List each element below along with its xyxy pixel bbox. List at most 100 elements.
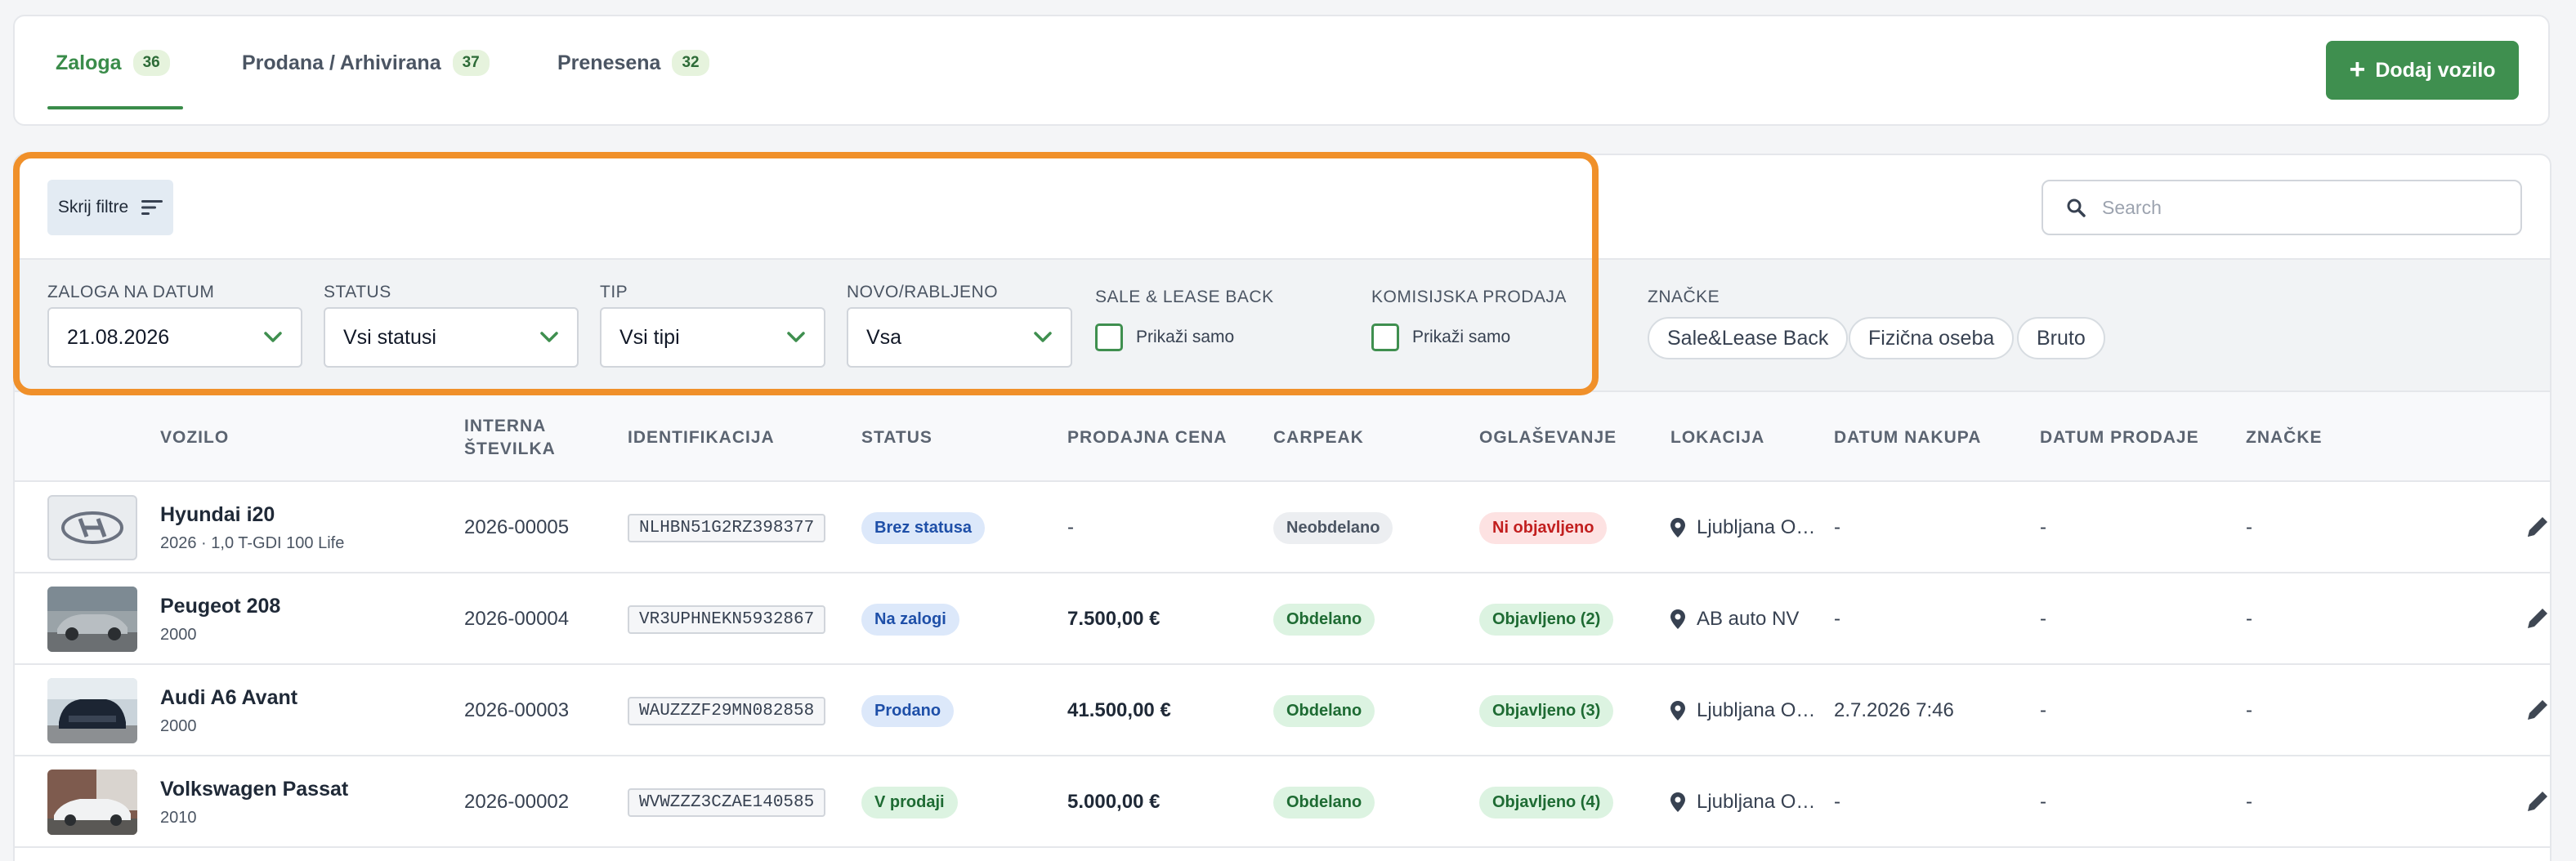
- stock-date-label: ZALOGA NA DATUM: [47, 283, 215, 301]
- row-tags: -: [2246, 608, 2252, 630]
- vehicle-subtitle: 2010: [160, 809, 197, 827]
- tab-prodana-arhivirana[interactable]: Prodana / Arhivirana 37: [242, 16, 490, 109]
- car-photo-image: [47, 678, 137, 743]
- consignment-label: KOMISIJSKA PRODAJA: [1371, 288, 1567, 306]
- map-pin-icon: [1670, 792, 1685, 812]
- search-input[interactable]: [2102, 196, 2494, 219]
- edit-pencil-icon[interactable]: [2525, 606, 2550, 631]
- consignment-checkbox-row[interactable]: Prikaži samo: [1371, 323, 1510, 351]
- internal-number: 2026-00003: [464, 699, 570, 721]
- table-row[interactable]: Hyundai i20 2026 · 1,0 T-GDI 100 Life 20…: [15, 482, 2550, 573]
- tab-count-badge: 32: [672, 50, 709, 76]
- edit-pencil-icon[interactable]: [2525, 698, 2550, 722]
- table-row[interactable]: Peugeot 208 2000 2026-00004 VR3UPHNEKN59…: [15, 573, 2550, 665]
- search-box[interactable]: [2042, 180, 2522, 235]
- condition-filter-value: Vsa: [866, 325, 902, 349]
- carpeak-badge: Obdelano: [1273, 786, 1375, 819]
- search-icon: [2067, 199, 2086, 217]
- col-internal-line1: INTERNA: [464, 417, 547, 435]
- tab-zaloga[interactable]: Zaloga 36: [56, 16, 170, 109]
- row-tags: -: [2246, 516, 2252, 538]
- vehicle-name[interactable]: Audi A6 Avant: [160, 686, 297, 710]
- location-text: Ljubljana O…: [1697, 516, 1816, 538]
- sale-price: 7.500,00 €: [1067, 608, 1161, 630]
- status-badge: Prodano: [861, 694, 955, 727]
- hyundai-logo-thumbnail: [47, 495, 137, 560]
- col-identification[interactable]: IDENTIFIKACIJA: [628, 392, 775, 484]
- vin-code: WVWZZZ3CZAE140585: [628, 787, 826, 817]
- sale-lease-back-label: SALE & LEASE BACK: [1095, 288, 1274, 306]
- car-photo-image: [47, 770, 137, 835]
- type-select[interactable]: Vsi tipi: [600, 307, 825, 368]
- advertising-badge: Ni objavljeno: [1479, 511, 1608, 544]
- vin-code: VR3UPHNEKN5932867: [628, 604, 826, 634]
- purchase-date: 2.7.2026 7:46: [1834, 699, 1954, 721]
- col-price[interactable]: PRODAJNA CENA: [1067, 392, 1227, 484]
- row-tags: -: [2246, 791, 2252, 813]
- advertising-badge: Objavljeno (2): [1479, 603, 1614, 636]
- vehicle-name[interactable]: Volkswagen Passat: [160, 778, 348, 801]
- status-select[interactable]: Vsi statusi: [324, 307, 579, 368]
- tab-prenesena[interactable]: Prenesena 32: [557, 16, 709, 109]
- tags-filter-label: ZNAČKE: [1648, 288, 1720, 306]
- active-tab-indicator: [47, 106, 183, 109]
- map-pin-icon: [1670, 609, 1685, 629]
- filter-bar: ZALOGA NA DATUM 21.08.2026 STATUS Vsi st…: [15, 258, 2550, 390]
- advertising-badge: Objavljeno (3): [1479, 694, 1614, 727]
- filter-lines-icon: [141, 200, 163, 215]
- vehicle-photo: [47, 587, 137, 652]
- car-photo-image: [47, 587, 137, 652]
- sale-date: -: [2040, 791, 2046, 813]
- stock-date-select[interactable]: 21.08.2026: [47, 307, 302, 368]
- map-pin-icon: [1670, 701, 1685, 720]
- edit-pencil-icon[interactable]: [2525, 789, 2550, 814]
- hide-filters-button[interactable]: Skrij filtre: [47, 180, 173, 235]
- internal-number: 2026-00005: [464, 516, 570, 538]
- purchase-date: -: [1834, 608, 1840, 630]
- carpeak-badge: Obdelano: [1273, 694, 1375, 727]
- col-vehicle[interactable]: VOZILO: [160, 392, 229, 484]
- sale-date: -: [2040, 608, 2046, 630]
- internal-number: 2026-00002: [464, 791, 570, 813]
- status-filter-label: STATUS: [324, 283, 391, 301]
- col-sale-date[interactable]: DATUM PRODAJE: [2040, 392, 2199, 484]
- vin-code: WAUZZZF29MN082858: [628, 696, 826, 725]
- col-carpeak[interactable]: CARPEAK: [1273, 392, 1364, 484]
- tag-chip[interactable]: Sale&Lease Back: [1648, 317, 1849, 359]
- tag-chip[interactable]: Bruto: [2017, 317, 2105, 359]
- stock-date-value: 21.08.2026: [67, 325, 170, 349]
- consignment-checkbox[interactable]: [1371, 323, 1399, 351]
- col-internal-line2: ŠTEVILKA: [464, 439, 556, 458]
- tabs-card: Zaloga 36 Prodana / Arhivirana 37 Prenes…: [13, 15, 2550, 126]
- col-location[interactable]: LOKACIJA: [1670, 392, 1764, 484]
- location-text: Ljubljana O…: [1697, 699, 1816, 721]
- col-internal-number[interactable]: INTERNA ŠTEVILKA: [464, 392, 556, 484]
- condition-select[interactable]: Vsa: [847, 307, 1072, 368]
- chevron-down-icon: [787, 332, 805, 342]
- table-row[interactable]: Volkswagen Passat 2010 2026-00002 WVWZZZ…: [15, 756, 2550, 848]
- sale-lease-back-checkbox-row[interactable]: Prikaži samo: [1095, 323, 1234, 351]
- sale-lease-back-checkbox[interactable]: [1095, 323, 1123, 351]
- tag-chip[interactable]: Fizična oseba: [1849, 317, 2015, 359]
- col-status[interactable]: STATUS: [861, 392, 932, 484]
- purchase-date: -: [1834, 791, 1840, 813]
- condition-filter-label: NOVO/RABLJENO: [847, 283, 999, 301]
- internal-number: 2026-00004: [464, 608, 570, 630]
- row-tags: -: [2246, 699, 2252, 721]
- vehicle-name[interactable]: Hyundai i20: [160, 503, 275, 527]
- col-advertising[interactable]: OGLAŠEVANJE: [1479, 392, 1617, 484]
- vehicle-name[interactable]: Peugeot 208: [160, 595, 280, 618]
- col-purchase-date[interactable]: DATUM NAKUPA: [1834, 392, 1981, 484]
- plus-icon: +: [2349, 53, 2366, 85]
- tab-count-badge: 36: [132, 50, 170, 76]
- col-tags[interactable]: ZNAČKE: [2246, 392, 2323, 484]
- sale-date: -: [2040, 699, 2046, 721]
- edit-pencil-icon[interactable]: [2525, 515, 2550, 539]
- status-badge: V prodaji: [861, 786, 958, 819]
- location-text: Ljubljana O…: [1697, 791, 1816, 813]
- map-pin-icon: [1670, 518, 1685, 538]
- add-vehicle-button[interactable]: + Dodaj vozilo: [2326, 41, 2519, 100]
- table-row[interactable]: Audi A6 Avant 2000 2026-00003 WAUZZZF29M…: [15, 665, 2550, 756]
- vehicle-photo: [47, 678, 137, 743]
- hide-filters-label: Skrij filtre: [57, 198, 129, 216]
